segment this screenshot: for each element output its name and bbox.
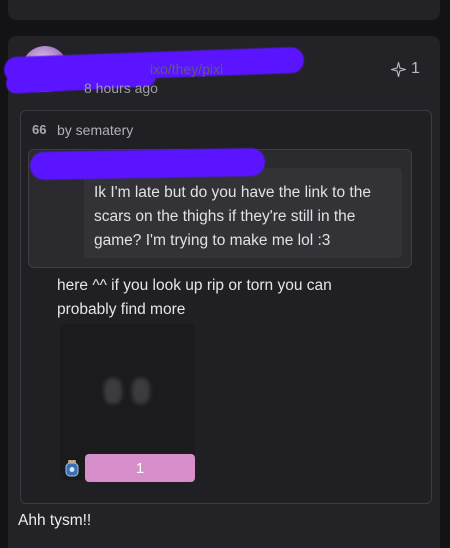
attachment-count-button[interactable]: 1	[85, 454, 195, 482]
reply-text: Ahh tysm!!	[18, 512, 92, 529]
star-count: 1	[411, 60, 420, 77]
user-handle[interactable]: ixo/they/pixi	[150, 61, 223, 77]
quoted-reply-text: Ik I'm late but do you have the link to …	[94, 184, 371, 249]
censor-scribble	[29, 147, 266, 181]
post-timestamp: 8 hours ago	[84, 80, 158, 96]
jar-icon	[65, 460, 79, 477]
star-icon	[390, 61, 407, 77]
quote-author[interactable]: by sematery	[57, 122, 133, 138]
post-body: here ^^ if you look up rip or torn you c…	[57, 277, 332, 318]
quote-icon: 66	[32, 122, 47, 137]
previous-post-card	[8, 0, 440, 20]
star-button[interactable]: 1	[390, 60, 420, 78]
